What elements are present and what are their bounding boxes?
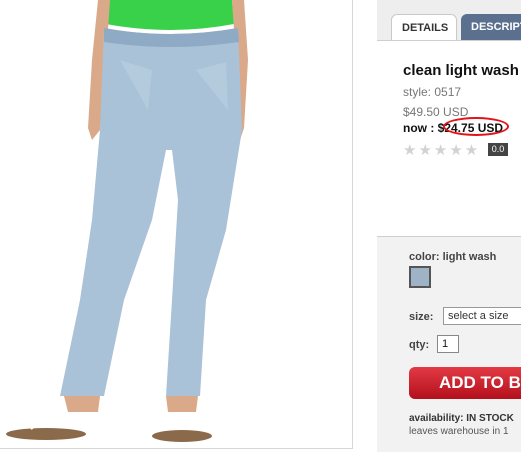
color-swatch[interactable] xyxy=(409,266,431,288)
sale-price-highlight xyxy=(443,117,509,136)
add-to-bag-button[interactable]: ADD TO BA xyxy=(409,367,521,399)
product-title: clean light wash xyxy=(403,62,519,79)
shipping-note: leaves warehouse in 1 xyxy=(409,426,509,437)
size-label: size: xyxy=(409,311,434,323)
rating-value: 0.0 xyxy=(488,143,508,156)
availability-status: availability: IN STOCK xyxy=(409,413,514,424)
color-label: color: light wash xyxy=(409,251,497,263)
qty-label: qty: xyxy=(409,339,430,351)
style-number: style: 0517 xyxy=(403,85,462,99)
purchase-options: color: light wash size: select a size qt… xyxy=(377,236,521,452)
rating-stars[interactable]: ★★★★★ xyxy=(403,141,480,159)
tab-details[interactable]: DETAILS xyxy=(391,14,457,40)
tab-description[interactable]: DESCRIPT xyxy=(461,14,521,40)
original-price: $49.50 USD xyxy=(403,105,469,119)
details-panel: clean light wash style: 0517 $49.50 USD … xyxy=(377,41,521,233)
product-image[interactable] xyxy=(0,0,353,449)
qty-input[interactable]: 1 xyxy=(437,335,459,353)
tabs-bar: DETAILS DESCRIPT xyxy=(377,0,521,41)
size-select[interactable]: select a size xyxy=(443,307,521,325)
product-details-column: DETAILS DESCRIPT clean light wash style:… xyxy=(377,0,521,452)
